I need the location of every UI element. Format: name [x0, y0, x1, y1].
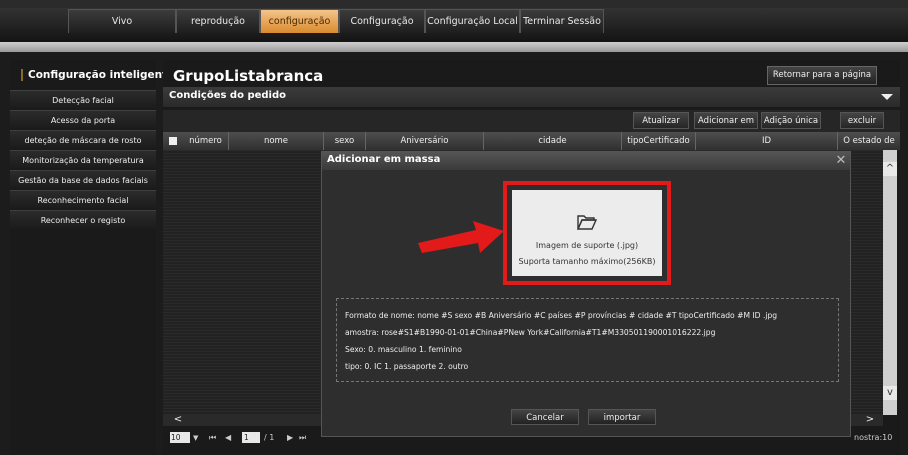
- sidebar-item-face-recognition[interactable]: Reconhecimento facial: [10, 190, 156, 209]
- next-page-icon[interactable]: ▶: [287, 432, 293, 444]
- sidebar-item-face-database[interactable]: Gestão da base de dados faciais: [10, 170, 156, 189]
- sidebar-title: Configuração inteligente: [28, 69, 175, 81]
- tab-playback[interactable]: reprodução: [176, 9, 260, 33]
- page-title: GrupoListabranca: [173, 67, 324, 85]
- page-size-select[interactable]: 10: [170, 432, 190, 443]
- vertical-scrollbar[interactable]: ^ v: [883, 150, 897, 415]
- tab-logout[interactable]: Terminar Sessão: [520, 9, 604, 33]
- conditions-title: Condições do pedido: [169, 90, 286, 101]
- bulk-add-dialog: Adicionar em massa ✕ Imagem de suporte (…: [321, 151, 851, 437]
- column-header-number[interactable]: número: [183, 132, 229, 150]
- red-arrow-annotation: [418, 221, 504, 253]
- column-header-status[interactable]: O estado de: [838, 132, 900, 150]
- return-button[interactable]: Retornar para a página: [767, 66, 877, 85]
- type-legend-text: tipo: 0. IC 1. passaporte 2. outro: [345, 362, 469, 371]
- column-header-name[interactable]: nome: [229, 132, 324, 150]
- column-header-sex[interactable]: sexo: [324, 132, 366, 150]
- column-header-id[interactable]: ID: [696, 132, 838, 150]
- sidebar-item-mask-detection[interactable]: deteção de máscara de rosto: [10, 130, 156, 149]
- naming-info-box: Formato de nome: nome #S sexo #B Anivers…: [336, 298, 839, 382]
- dialog-header: Adicionar em massa ✕: [322, 152, 850, 170]
- sidebar: Configuração inteligente Detecção facial…: [10, 60, 174, 455]
- tab-configuration-active[interactable]: configuração: [260, 9, 339, 33]
- delete-button[interactable]: excluir: [840, 112, 884, 129]
- sidebar-item-door-access[interactable]: Acesso da porta: [10, 110, 156, 129]
- scroll-up-icon[interactable]: ^: [883, 162, 897, 176]
- chevron-down-icon[interactable]: [881, 94, 893, 100]
- upload-highlight: Imagem de suporte (.jpg) Suporta tamanho…: [503, 181, 671, 285]
- select-all-checkbox[interactable]: [169, 137, 177, 145]
- refresh-button[interactable]: Atualizar: [633, 112, 689, 129]
- monitor-icon: [21, 69, 23, 81]
- sidebar-item-temperature[interactable]: Monitorização da temperatura: [10, 150, 156, 169]
- tab-local-configuration[interactable]: Configuração Local: [425, 9, 520, 33]
- last-page-icon[interactable]: ⏭: [299, 432, 306, 444]
- column-header-birthday[interactable]: Aniversário: [366, 132, 484, 150]
- sample-count: nostra:10: [854, 433, 893, 442]
- tab-configuration[interactable]: Configuração: [339, 9, 425, 33]
- folder-open-icon: [577, 215, 597, 230]
- toolbar: Atualizar Adicionar em Adição única excl…: [163, 110, 900, 132]
- page-number-input[interactable]: 1: [242, 432, 260, 443]
- sidebar-header: Configuração inteligente: [10, 60, 174, 90]
- sidebar-item-face-detection[interactable]: Detecção facial: [10, 90, 156, 109]
- chevron-down-icon[interactable]: ▼: [193, 432, 198, 444]
- close-icon[interactable]: ✕: [834, 152, 848, 170]
- sample-text: amostra: rose#S1#B1990-01-01#China#PNew …: [345, 328, 716, 337]
- upload-size-text: Suporta tamanho máximo(256KB): [518, 257, 656, 266]
- tab-live[interactable]: Vivo: [68, 9, 176, 33]
- first-page-icon[interactable]: ⏮: [209, 432, 216, 444]
- scroll-left-icon[interactable]: <: [171, 414, 185, 426]
- top-strip: [0, 0, 908, 8]
- upload-format-text: Imagem de suporte (.jpg): [535, 241, 639, 250]
- upload-dropzone[interactable]: Imagem de suporte (.jpg) Suporta tamanho…: [512, 190, 662, 276]
- scroll-right-icon[interactable]: >: [863, 414, 877, 426]
- cancel-button[interactable]: Cancelar: [511, 409, 579, 425]
- header-divider: [0, 42, 908, 52]
- single-add-button[interactable]: Adição única: [761, 112, 821, 129]
- table-header: número nome sexo Aniversário cidade tipo…: [163, 132, 900, 151]
- column-header-certificate-type[interactable]: tipoCertificado: [622, 132, 696, 150]
- sex-legend-text: Sexo: 0. masculino 1. feminino: [345, 345, 462, 354]
- main-nav-tabs: Vivo reprodução configuração Configuraçã…: [68, 9, 604, 33]
- dialog-title: Adicionar em massa: [327, 154, 441, 165]
- conditions-bar[interactable]: Condições do pedido: [163, 87, 900, 107]
- bulk-add-button[interactable]: Adicionar em: [694, 112, 758, 129]
- scroll-down-icon[interactable]: v: [883, 386, 897, 400]
- page-total: / 1: [264, 433, 275, 442]
- sidebar-item-recognition-log[interactable]: Reconhecer o registo: [10, 210, 156, 229]
- import-button[interactable]: importar: [588, 409, 656, 425]
- prev-page-icon[interactable]: ◀: [225, 432, 231, 444]
- name-format-text: Formato de nome: nome #S sexo #B Anivers…: [345, 311, 778, 320]
- column-header-city[interactable]: cidade: [484, 132, 622, 150]
